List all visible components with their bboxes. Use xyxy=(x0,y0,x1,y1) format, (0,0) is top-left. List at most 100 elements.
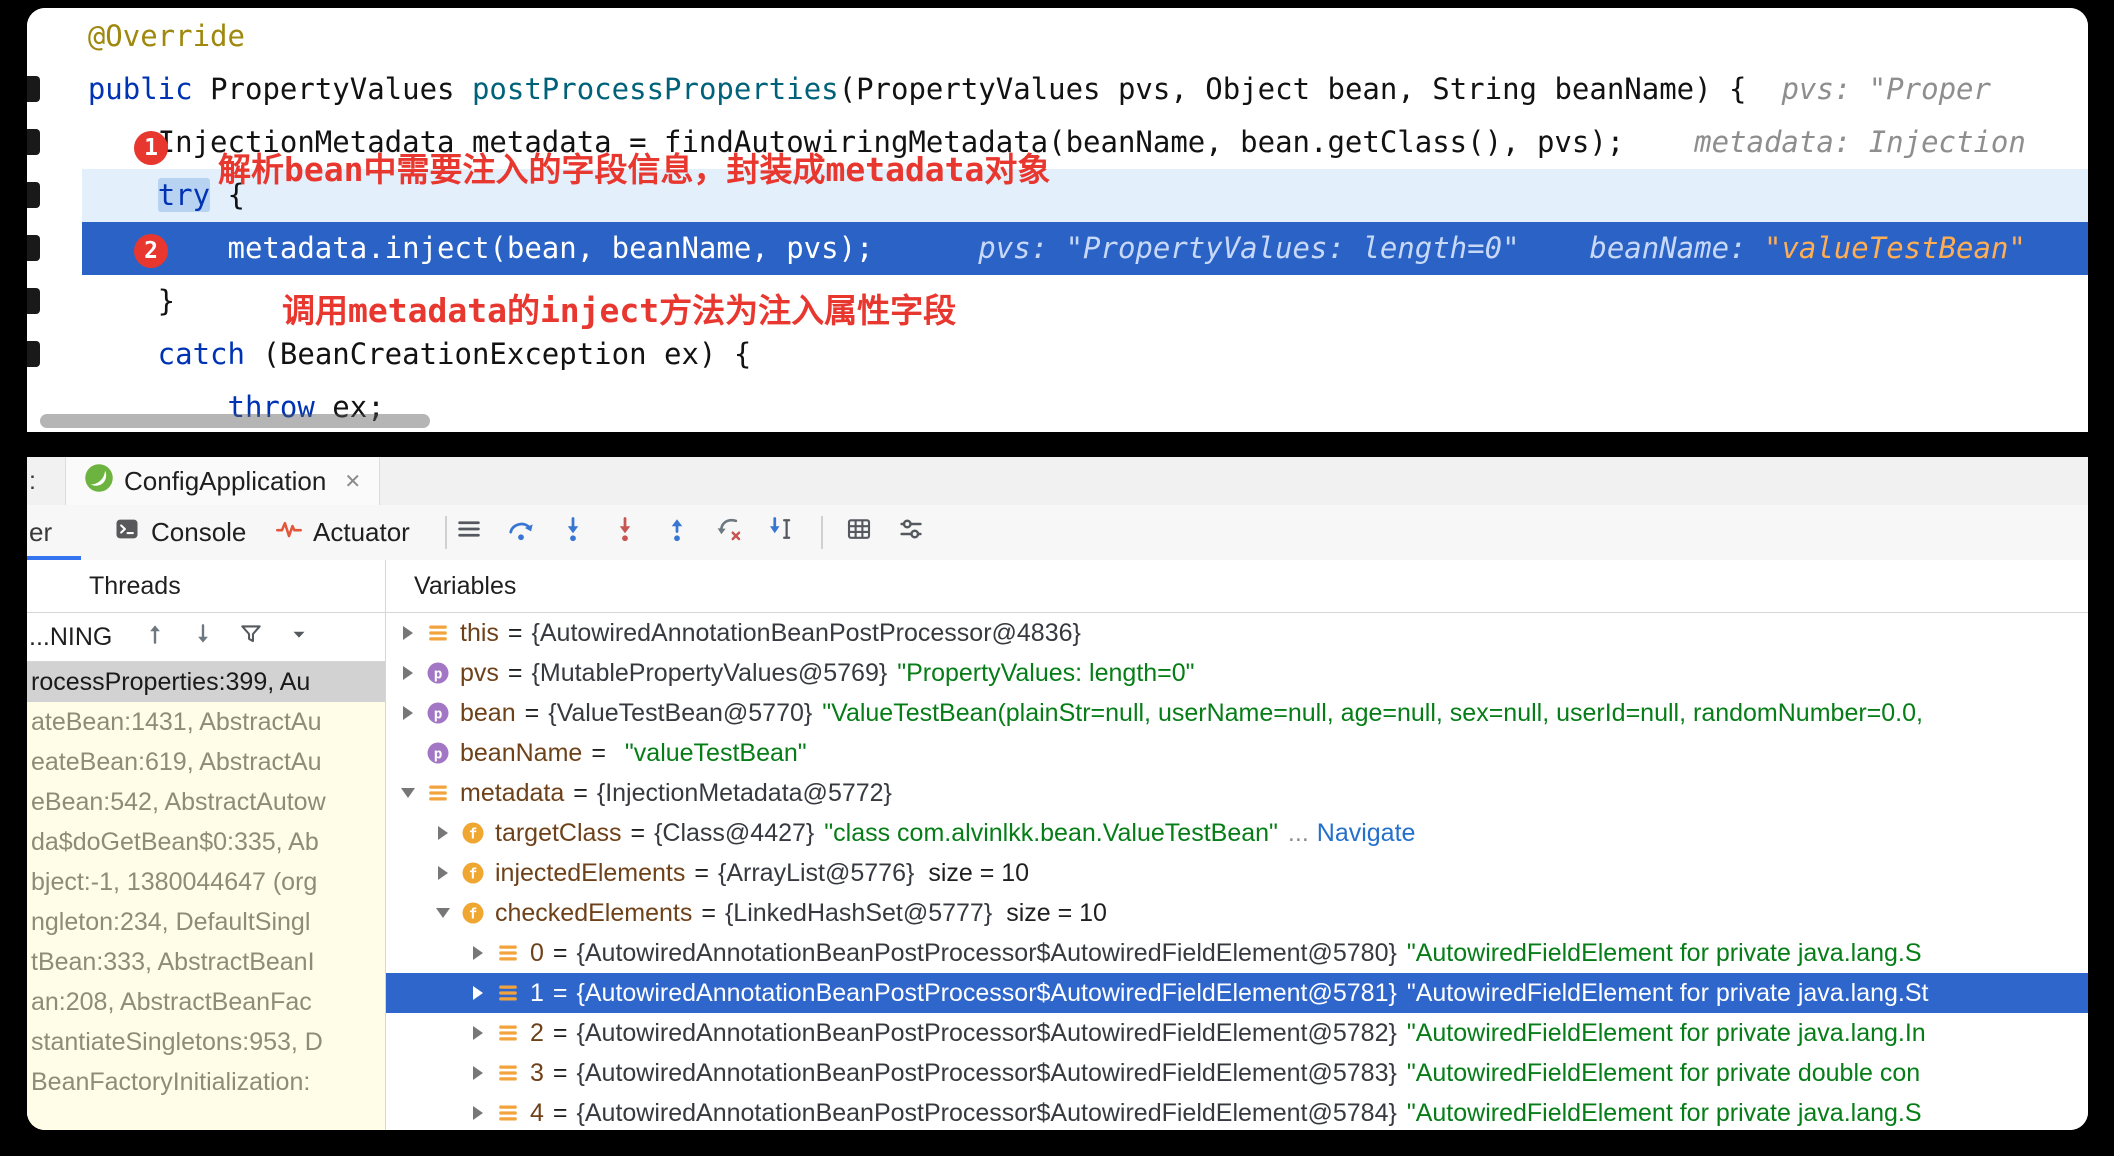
force-step-into-button[interactable] xyxy=(607,515,643,551)
chevron-down-button[interactable] xyxy=(282,620,316,654)
step-out-icon xyxy=(662,514,692,551)
frame-row[interactable]: eBean:542, AbstractAutow xyxy=(27,782,385,822)
variables-tree: this = {AutowiredAnnotationBeanPostProcess… xyxy=(386,613,2088,1130)
value-icon xyxy=(494,1103,522,1123)
chevron-right-icon[interactable] xyxy=(398,706,418,720)
frame-row[interactable] xyxy=(27,1102,385,1130)
filter-funnel-icon xyxy=(238,621,264,654)
variable-type-ref: {MutablePropertyValues@5769} xyxy=(531,658,888,687)
view-grid-button[interactable] xyxy=(841,515,877,551)
gutter-mark xyxy=(27,76,40,102)
step-over-button[interactable] xyxy=(503,515,539,551)
chevron-right-icon[interactable] xyxy=(398,626,418,640)
navigate-link[interactable]: Navigate xyxy=(1317,819,1416,848)
code-line[interactable]: @Override xyxy=(27,10,2088,63)
variable-row-metadata[interactable]: metadata = {InjectionMetadata@5772} xyxy=(386,773,2088,813)
filter-funnel-button[interactable] xyxy=(234,620,268,654)
variable-row-2[interactable]: 2 = {AutowiredAnnotationBeanPostProcessor$… xyxy=(386,1013,2088,1053)
variable-row-targetClass[interactable]: f targetClass = {Class@4427} "class com.alvi… xyxy=(386,813,2088,853)
chevron-down-icon[interactable] xyxy=(398,788,418,798)
chevron-right-icon[interactable] xyxy=(433,866,453,880)
run-tab-bar: : ConfigApplication ✕ xyxy=(27,457,2088,506)
tab-actuator[interactable]: Actuator xyxy=(275,505,410,560)
variable-row-checkedElements[interactable]: f checkedElements = {LinkedHashSet@5777} siz… xyxy=(386,893,2088,933)
chevron-right-icon[interactable] xyxy=(468,1106,488,1120)
code-text: try { xyxy=(157,178,245,212)
frame-down-button[interactable] xyxy=(186,620,220,654)
chevron-right-icon[interactable] xyxy=(468,1066,488,1080)
threads-toolbar-icons xyxy=(138,620,330,654)
tab-console[interactable]: Console xyxy=(113,505,246,560)
frame-row[interactable]: stantiateSingletons:953, D xyxy=(27,1022,385,1062)
variable-name: injectedElements xyxy=(495,858,686,887)
frame-row[interactable]: ateBean:1431, AbstractAu xyxy=(27,702,385,742)
parameter-icon: p xyxy=(424,741,452,765)
code-line[interactable]: public PropertyValues postProcessPropert… xyxy=(27,63,2088,116)
equals-sign: = xyxy=(552,938,568,967)
chevron-right-icon[interactable] xyxy=(398,666,418,680)
variable-row-injectedElements[interactable]: f injectedElements = {ArrayList@5776} size =… xyxy=(386,853,2088,893)
variables-header: Variables xyxy=(386,560,2088,613)
equals-sign: = xyxy=(573,778,588,807)
run-tab-configapplication[interactable]: ConfigApplication ✕ xyxy=(65,457,381,505)
frame-row[interactable]: tBean:333, AbstractBeanI xyxy=(27,942,385,982)
code-text: metadata.inject(bean, beanName, pvs); pv… xyxy=(27,231,2026,265)
gutter-mark xyxy=(27,129,40,155)
debugger-tab-fragment: er xyxy=(29,517,53,547)
variable-row-beanName[interactable]: p beanName = "valueTestBean" xyxy=(386,733,2088,773)
variable-row-4[interactable]: 4 = {AutowiredAnnotationBeanPostProcessor$… xyxy=(386,1093,2088,1130)
thread-state-filter[interactable]: ...NING xyxy=(29,623,112,652)
frame-row[interactable]: bject:-1, 1380044647 (org xyxy=(27,862,385,902)
execution-line[interactable]: metadata.inject(bean, beanName, pvs); pv… xyxy=(27,222,2088,275)
frame-row[interactable]: da$doGetBean$0:335, Ab xyxy=(27,822,385,862)
chevron-right-icon[interactable] xyxy=(468,946,488,960)
variable-name: 3 xyxy=(530,1058,544,1087)
chevron-right-icon[interactable] xyxy=(433,826,453,840)
chevron-right-icon[interactable] xyxy=(468,986,488,1000)
variable-string-value: "AutowiredFieldElement for private doubl… xyxy=(1406,1058,1921,1087)
horizontal-scrollbar[interactable] xyxy=(40,414,430,428)
value-icon xyxy=(424,783,452,803)
frame-row[interactable]: eateBean:619, AbstractAu xyxy=(27,742,385,782)
variable-row-1[interactable]: 1 = {AutowiredAnnotationBeanPostProcessor$… xyxy=(386,973,2088,1013)
frame-row[interactable]: an:208, AbstractBeanFac xyxy=(27,982,385,1022)
debugger-toolbar: er Console Actuator xyxy=(27,505,2088,561)
debug-step-buttons xyxy=(451,505,945,560)
frame-row[interactable]: rocessProperties:399, Au xyxy=(27,662,385,702)
frame-row[interactable]: BeanFactoryInitialization: xyxy=(27,1062,385,1102)
chevron-down-icon[interactable] xyxy=(433,908,453,918)
variable-row-this[interactable]: this = {AutowiredAnnotationBeanPostProcess… xyxy=(386,613,2088,653)
variable-name: 1 xyxy=(530,978,544,1007)
equals-sign: = xyxy=(694,858,709,887)
variable-type-ref: {ValueTestBean@5770} xyxy=(548,698,813,727)
step-into-icon xyxy=(558,514,588,551)
spring-boot-icon xyxy=(84,463,114,500)
variable-row-3[interactable]: 3 = {AutowiredAnnotationBeanPostProcessor$… xyxy=(386,1053,2088,1093)
frame-up-button[interactable] xyxy=(138,620,172,654)
field-icon: f xyxy=(459,821,487,845)
collection-size: size = 10 xyxy=(928,858,1030,887)
layout-menu-button[interactable] xyxy=(451,515,487,551)
code-text: public PropertyValues postProcessPropert… xyxy=(27,72,1991,106)
annotation-note-2: 调用metadata的inject方法为注入属性字段 xyxy=(282,291,957,330)
frame-row[interactable]: ngleton:234, DefaultSingl xyxy=(27,902,385,942)
run-tab-label: ConfigApplication xyxy=(124,465,327,496)
drop-frame-button[interactable] xyxy=(711,515,747,551)
variable-name: this xyxy=(460,618,499,647)
run-to-cursor-button[interactable] xyxy=(763,515,799,551)
value-icon xyxy=(494,1023,522,1043)
variable-row-0[interactable]: 0 = {AutowiredAnnotationBeanPostProcessor$… xyxy=(386,933,2088,973)
variable-row-pvs[interactable]: p pvs = {MutablePropertyValues@5769} "Proper… xyxy=(386,653,2088,693)
equals-sign: = xyxy=(507,658,523,687)
adjust-lines-button[interactable] xyxy=(893,515,929,551)
tab-close-icon[interactable]: ✕ xyxy=(344,469,361,494)
code-line[interactable]: catch (BeanCreationException ex) { xyxy=(27,328,2088,381)
chevron-right-icon[interactable] xyxy=(468,1026,488,1040)
step-out-button[interactable] xyxy=(659,515,695,551)
variable-row-bean[interactable]: p bean = {ValueTestBean@5770} "ValueTestBean… xyxy=(386,693,2088,733)
step-into-button[interactable] xyxy=(555,515,591,551)
